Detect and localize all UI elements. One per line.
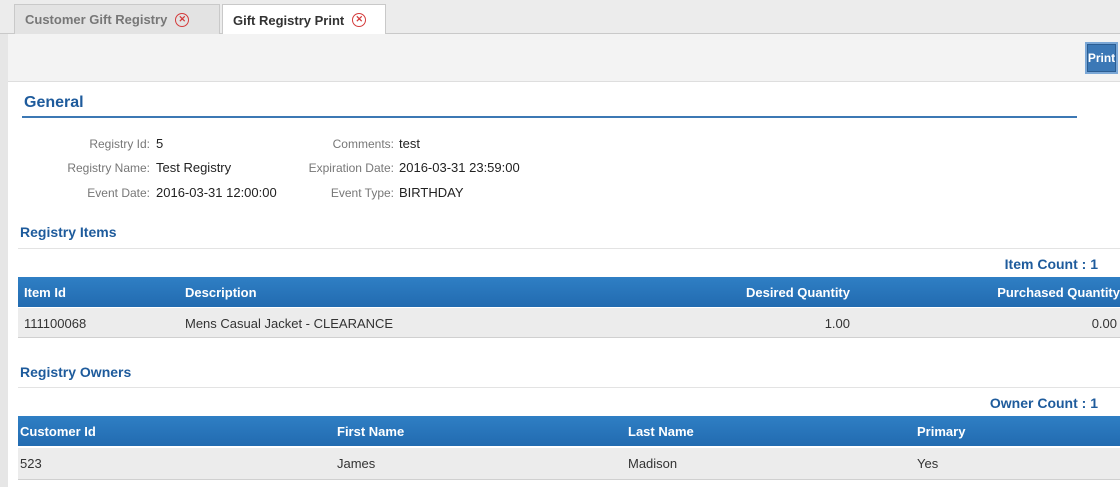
- column-header-purchased-quantity[interactable]: Purchased Quantity: [997, 285, 1120, 300]
- tab-label: Gift Registry Print: [233, 12, 345, 28]
- tab-gift-registry-print[interactable]: Gift Registry Print ✕: [222, 4, 386, 35]
- table-row[interactable]: 111100068 Mens Casual Jacket - CLEARANCE…: [18, 308, 1120, 338]
- owner-count-strip: Owner Count : 1: [18, 387, 1120, 415]
- general-section-title: General: [24, 94, 84, 111]
- desired-quantity-cell: 1.00: [824, 316, 850, 331]
- table-row[interactable]: 523 James Madison Yes: [18, 448, 1120, 480]
- expiration-date-value: 2016-03-31 23:59:00: [399, 160, 520, 175]
- print-button[interactable]: Print: [1085, 42, 1118, 74]
- event-type-label: Event Type:: [330, 186, 394, 200]
- registry-items-title: Registry Items: [20, 224, 117, 240]
- comments-value: test: [399, 136, 420, 151]
- column-header-desired-quantity[interactable]: Desired Quantity: [746, 285, 850, 300]
- close-icon[interactable]: ✕: [352, 13, 367, 27]
- left-gutter: [0, 34, 8, 487]
- purchased-quantity-cell: 0.00: [1091, 316, 1117, 331]
- registry-id-value: 5: [156, 136, 164, 151]
- event-type-value: BIRTHDAY: [399, 185, 464, 200]
- item-id-cell: 111100068: [24, 316, 87, 331]
- event-date-label: Event Date:: [87, 186, 150, 200]
- owner-count: Owner Count : 1: [989, 395, 1098, 411]
- tab-customer-gift-registry[interactable]: Customer Gift Registry ✕: [14, 4, 220, 34]
- item-count-strip: Item Count : 1: [18, 248, 1120, 276]
- column-header-description[interactable]: Description: [185, 285, 257, 300]
- close-icon[interactable]: ✕: [175, 12, 190, 27]
- column-header-primary[interactable]: Primary: [917, 424, 965, 439]
- registry-name-label: Registry Name:: [67, 161, 150, 175]
- first-name-cell: James: [337, 456, 376, 471]
- comments-label: Comments:: [332, 137, 394, 151]
- expiration-date-label: Expiration Date:: [308, 161, 394, 175]
- column-header-item-id[interactable]: Item Id: [24, 285, 66, 300]
- registry-id-label: Registry Id:: [89, 137, 150, 151]
- registry-name-value: Test Registry: [156, 160, 232, 175]
- column-header-first-name[interactable]: First Name: [337, 424, 404, 439]
- column-header-last-name[interactable]: Last Name: [628, 424, 694, 439]
- last-name-cell: Madison: [628, 456, 678, 471]
- registry-owners-header: Customer Id First Name Last Name Primary: [18, 416, 1120, 446]
- column-header-customer-id[interactable]: Customer Id: [20, 424, 96, 439]
- registry-owners-title: Registry Owners: [20, 364, 132, 380]
- section-divider: [22, 116, 1077, 118]
- item-count: Item Count : 1: [1004, 256, 1098, 272]
- toolbar: [8, 34, 1120, 82]
- registry-items-header: Item Id Description Desired Quantity Pur…: [18, 277, 1120, 307]
- event-date-value: 2016-03-31 12:00:00: [156, 185, 277, 200]
- description-cell: Mens Casual Jacket - CLEARANCE: [185, 316, 394, 331]
- tab-bar: Customer Gift Registry ✕ Gift Registry P…: [0, 0, 1120, 35]
- customer-id-cell: 523: [20, 456, 42, 471]
- tab-label: Customer Gift Registry: [25, 12, 168, 27]
- primary-cell: Yes: [917, 456, 939, 471]
